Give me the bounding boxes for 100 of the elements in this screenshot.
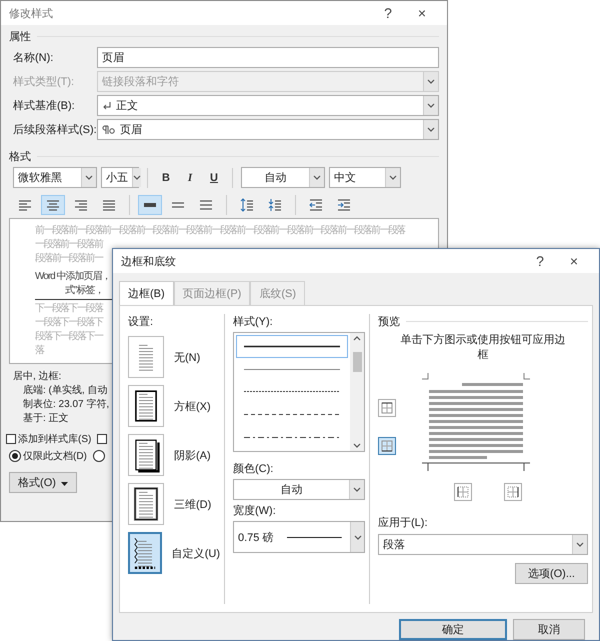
options-button[interactable]: 选项(O)...	[514, 563, 588, 584]
paragraph-format-button[interactable]	[138, 195, 162, 215]
line-sample-icon	[244, 390, 340, 394]
indent-icon	[337, 198, 351, 212]
font-dropdown[interactable]: 微软雅黑	[13, 167, 97, 188]
scrollbar-thumb[interactable]	[352, 352, 362, 372]
setting-label: 方框(X)	[174, 400, 211, 414]
border-setting-button[interactable]	[128, 532, 162, 574]
chevron-icon	[313, 175, 321, 180]
help-button[interactable]: ?	[371, 5, 405, 21]
dialog-button[interactable]: 取消	[513, 619, 585, 640]
section-heading: 属性	[9, 30, 31, 44]
font-color-dropdown[interactable]: 自动	[241, 167, 325, 188]
close-button[interactable]: ×	[557, 253, 591, 269]
border-grid-icon	[381, 440, 393, 452]
align-center-icon	[46, 198, 60, 212]
radio-button[interactable]	[92, 450, 105, 462]
line-sample-icon	[244, 368, 340, 371]
style-description: 制表位: 23.07 字符,	[22, 398, 110, 412]
outdent-icon	[309, 198, 323, 212]
checkbox[interactable]	[97, 434, 108, 444]
preview-hint: 单击下方图示或使用按钮可应用边框	[400, 333, 566, 363]
border-setting-button[interactable]	[128, 483, 164, 525]
dialog-button[interactable]: 确定	[399, 619, 507, 640]
next-paragraph-text: 下一段落下一段落	[35, 302, 102, 315]
caret-icon	[60, 482, 68, 486]
style-label: 样式(Y):	[233, 315, 274, 329]
chevron-icon	[353, 487, 361, 492]
chevron-icon	[353, 336, 361, 341]
field-label: 样式基准(B):	[13, 99, 76, 113]
paragraph-style-icon	[102, 124, 116, 134]
setting-label: 阴影(A)	[174, 448, 211, 462]
line-sample-icon	[287, 536, 342, 538]
chevron-icon	[353, 443, 361, 448]
field-label: 样式类型(T):	[13, 75, 76, 89]
chevron-icon	[427, 127, 435, 132]
line-sample-icon	[244, 436, 340, 440]
border-toggle-button[interactable]	[378, 437, 396, 455]
next-paragraph-text: 一段落下一段落下	[35, 316, 102, 329]
sample-text: Word 中添加页眉，	[35, 270, 110, 283]
double-icon	[199, 198, 213, 212]
align-right-icon	[74, 198, 88, 212]
radio-button[interactable]	[9, 450, 21, 462]
border-toggle-button[interactable]	[378, 399, 396, 417]
style-description: 底端: (单实线, 自动	[22, 384, 108, 398]
field-label: 后续段落样式(S):	[13, 123, 97, 137]
previous-paragraph-text: 段落前一段落前一	[35, 252, 102, 265]
style-description: 基于: 正文	[22, 412, 69, 426]
window-title: 边框和底纹	[121, 254, 177, 268]
setting-label: 无(N)	[174, 350, 200, 364]
settings-label: 设置:	[128, 315, 154, 329]
script-dropdown[interactable]: 中文	[329, 167, 401, 188]
line-sample-icon	[244, 413, 340, 416]
format-menu-button[interactable]: 格式(O)	[9, 472, 77, 493]
style-dropdown[interactable]: 页眉	[97, 119, 439, 140]
border-grid-icon	[381, 402, 393, 414]
border-setting-button[interactable]	[128, 385, 164, 427]
chevron-icon	[85, 175, 93, 180]
space-up-icon	[240, 198, 254, 212]
font-size-dropdown[interactable]: 小五	[101, 167, 139, 188]
checkbox[interactable]	[6, 434, 16, 444]
scrollbar[interactable]	[350, 333, 364, 451]
previous-paragraph-text: 一段落前一段落前	[35, 238, 102, 251]
next-paragraph-text: 段落下一段落下一	[35, 330, 102, 343]
sample-text: 式”标签，	[64, 284, 104, 297]
underline-button[interactable]: U	[204, 168, 224, 188]
border-grid-icon	[507, 486, 519, 498]
setting-label: 三维(D)	[174, 498, 212, 512]
width-label: 宽度(W):	[233, 504, 277, 518]
page-icon	[132, 388, 160, 424]
bold-button[interactable]: B	[156, 168, 176, 188]
name-field[interactable]: 页眉	[97, 47, 439, 68]
italic-button[interactable]: I	[180, 168, 200, 188]
border-setting-button[interactable]	[128, 434, 164, 476]
field-label: 名称(N):	[13, 51, 54, 65]
paragraph-format-button[interactable]	[41, 195, 65, 215]
border-toggle-button[interactable]	[454, 483, 472, 501]
close-button[interactable]: ×	[405, 5, 439, 21]
width-dropdown[interactable]: 0.75 磅	[233, 521, 365, 553]
window-title: 修改样式	[9, 6, 54, 20]
chevron-icon	[576, 542, 584, 547]
align-left-icon	[18, 198, 32, 212]
preview-heading: 预览	[378, 315, 400, 329]
border-grid-icon	[457, 486, 469, 498]
line-style-option[interactable]	[236, 335, 348, 358]
help-button[interactable]: ?	[523, 253, 557, 269]
style-dropdown[interactable]: 正文	[97, 95, 439, 116]
style-description: 居中, 边框:	[13, 370, 62, 384]
color-dropdown[interactable]: 自动	[233, 479, 365, 500]
checkbox-label: 添加到样式库(S)	[18, 432, 92, 446]
return-arrow-icon	[102, 101, 112, 110]
line-sample-icon	[244, 344, 340, 348]
chevron-icon	[427, 103, 435, 108]
border-toggle-button[interactable]	[504, 483, 522, 501]
justify-icon	[102, 198, 116, 212]
apply-to-label: 应用于(L):	[378, 516, 428, 530]
chevron-icon	[354, 534, 362, 540]
apply-to-dropdown[interactable]: 段落	[378, 534, 588, 555]
next-paragraph-text: 落	[35, 344, 44, 357]
tab[interactable]: 边框(B)	[119, 281, 174, 305]
